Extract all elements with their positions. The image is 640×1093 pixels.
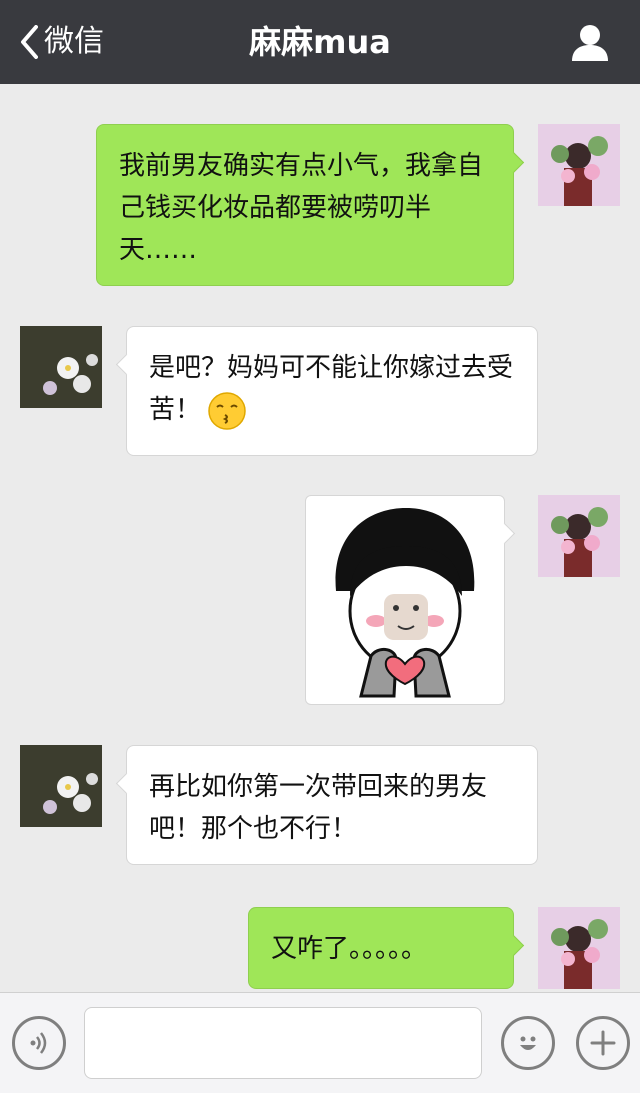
more-options-button[interactable] [576,1016,630,1070]
message-input[interactable] [84,1007,482,1079]
title-bar: 微信 麻麻mua [0,0,640,84]
voice-input-button[interactable] [12,1016,66,1070]
voice-icon [30,1032,47,1054]
input-toolbar [0,992,640,1093]
chat-title: 麻麻mua [249,23,391,61]
my-avatar[interactable] [538,124,620,206]
message-text: 我前男友确实有点小气，我拿自己钱买化妆品都要被唠叨半天…… [119,151,484,265]
message-bubble-sent[interactable]: 我前男友确实有点小气，我拿自己钱买化妆品都要被唠叨半天…… [96,124,525,286]
message-bubble-received[interactable]: 再比如你第一次带回来的男友吧！那个也不行！ [115,745,538,865]
message-text: 再比如你第一次带回来的男友吧！那个也不行！ [149,772,488,844]
sticker-message[interactable] [305,495,516,705]
kissing-face-emoji-icon [208,391,246,430]
message-bubble-sent[interactable]: 又咋了。。。。。 [248,907,525,989]
message-text: 又咋了。。。。。 [271,934,428,964]
contact-info-button[interactable] [570,22,610,62]
emoji-button[interactable] [501,1016,555,1070]
person-icon [572,25,608,61]
my-avatar[interactable] [538,495,620,577]
bowl-cut-girl-heart-sticker [335,508,475,698]
contact-avatar[interactable] [20,326,102,408]
message-bubble-received[interactable]: 是吧？妈妈可不能让你嫁过去受苦！ [115,326,538,456]
my-avatar[interactable] [538,907,620,989]
plus-icon [590,1030,616,1056]
smiley-icon [520,1036,536,1050]
contact-avatar[interactable] [20,745,102,827]
message-text: 是吧？妈妈可不能让你嫁过去受苦！ [149,353,514,425]
